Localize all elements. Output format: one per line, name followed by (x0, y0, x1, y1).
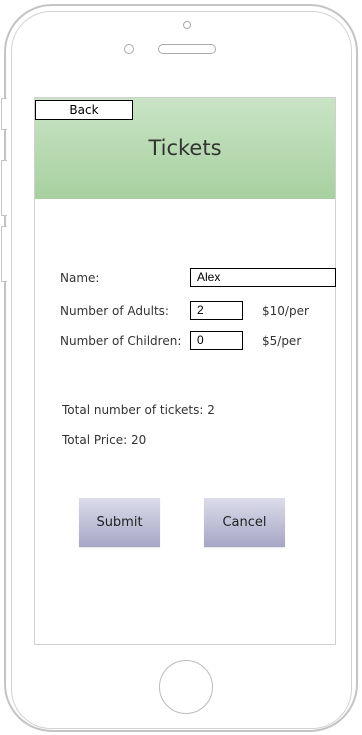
app-screen: Back Tickets Name: Alex Number of Adults… (34, 97, 336, 645)
volume-down-button (1, 226, 7, 282)
back-button[interactable]: Back (35, 100, 133, 120)
adults-input[interactable]: 2 (190, 301, 243, 320)
adults-label: Number of Adults: (60, 304, 169, 318)
camera-icon (183, 21, 191, 29)
volume-up-button (1, 160, 7, 216)
children-input[interactable]: 0 (190, 331, 243, 350)
children-price: $5/per (262, 334, 302, 348)
adults-price: $10/per (262, 304, 309, 318)
header-bar: Back Tickets (35, 98, 335, 199)
cancel-button[interactable]: Cancel (204, 498, 285, 547)
speaker-grille (158, 44, 216, 54)
submit-button[interactable]: Submit (79, 498, 160, 547)
home-button[interactable] (159, 660, 213, 714)
name-label: Name: (60, 271, 100, 285)
total-tickets-text: Total number of tickets: 2 (62, 403, 215, 417)
sensor-icon (124, 44, 134, 54)
children-label: Number of Children: (60, 334, 182, 348)
page-title: Tickets (148, 136, 222, 160)
mute-switch (1, 98, 7, 130)
total-price-text: Total Price: 20 (62, 433, 147, 447)
name-input[interactable]: Alex (190, 268, 336, 287)
